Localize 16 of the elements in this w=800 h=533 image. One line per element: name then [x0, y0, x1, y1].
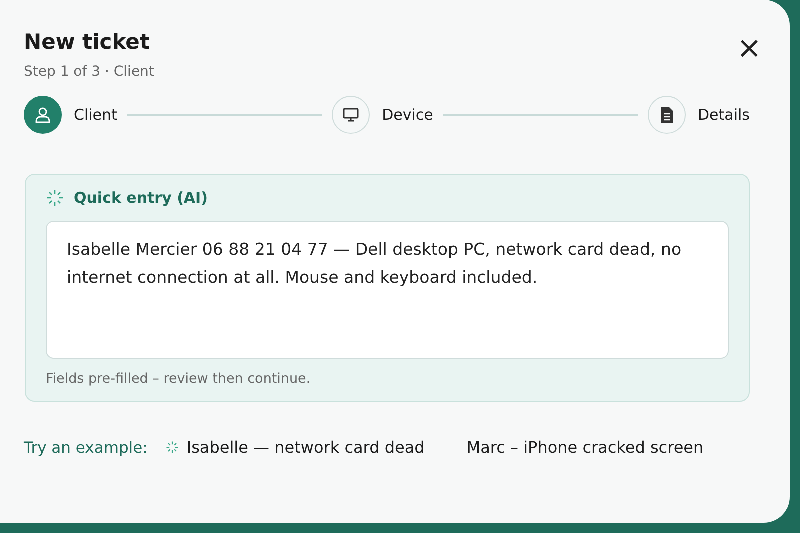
example-link[interactable]: Isabelle — network card dead [166, 438, 425, 457]
examples-label: Try an example: [24, 438, 148, 456]
example-link[interactable]: Marc – iPhone cracked screen [466, 438, 704, 457]
step-label: Details [698, 106, 750, 124]
close-button[interactable]: × [736, 34, 762, 64]
dialog-title: New ticket [24, 30, 151, 54]
hint-text: Fields pre-filled – review then continue. [46, 371, 312, 387]
quick-entry-title: Quick entry (AI) [74, 189, 208, 207]
step-document-icon[interactable] [648, 96, 686, 134]
step-label: Client [74, 106, 118, 124]
step-subtitle: Step 1 of 3 · Client [24, 64, 154, 80]
step-label: Device [382, 106, 434, 124]
input-field[interactable]: Isabelle Mercier 06 88 21 04 77 — Dell desktop PC, network card dead, no internet connection at all. Mouse and keyboard included. [46, 221, 729, 359]
step-person-icon[interactable] [24, 96, 62, 134]
step-monitor-icon[interactable] [332, 96, 370, 134]
sparkle-icon [46, 189, 64, 207]
